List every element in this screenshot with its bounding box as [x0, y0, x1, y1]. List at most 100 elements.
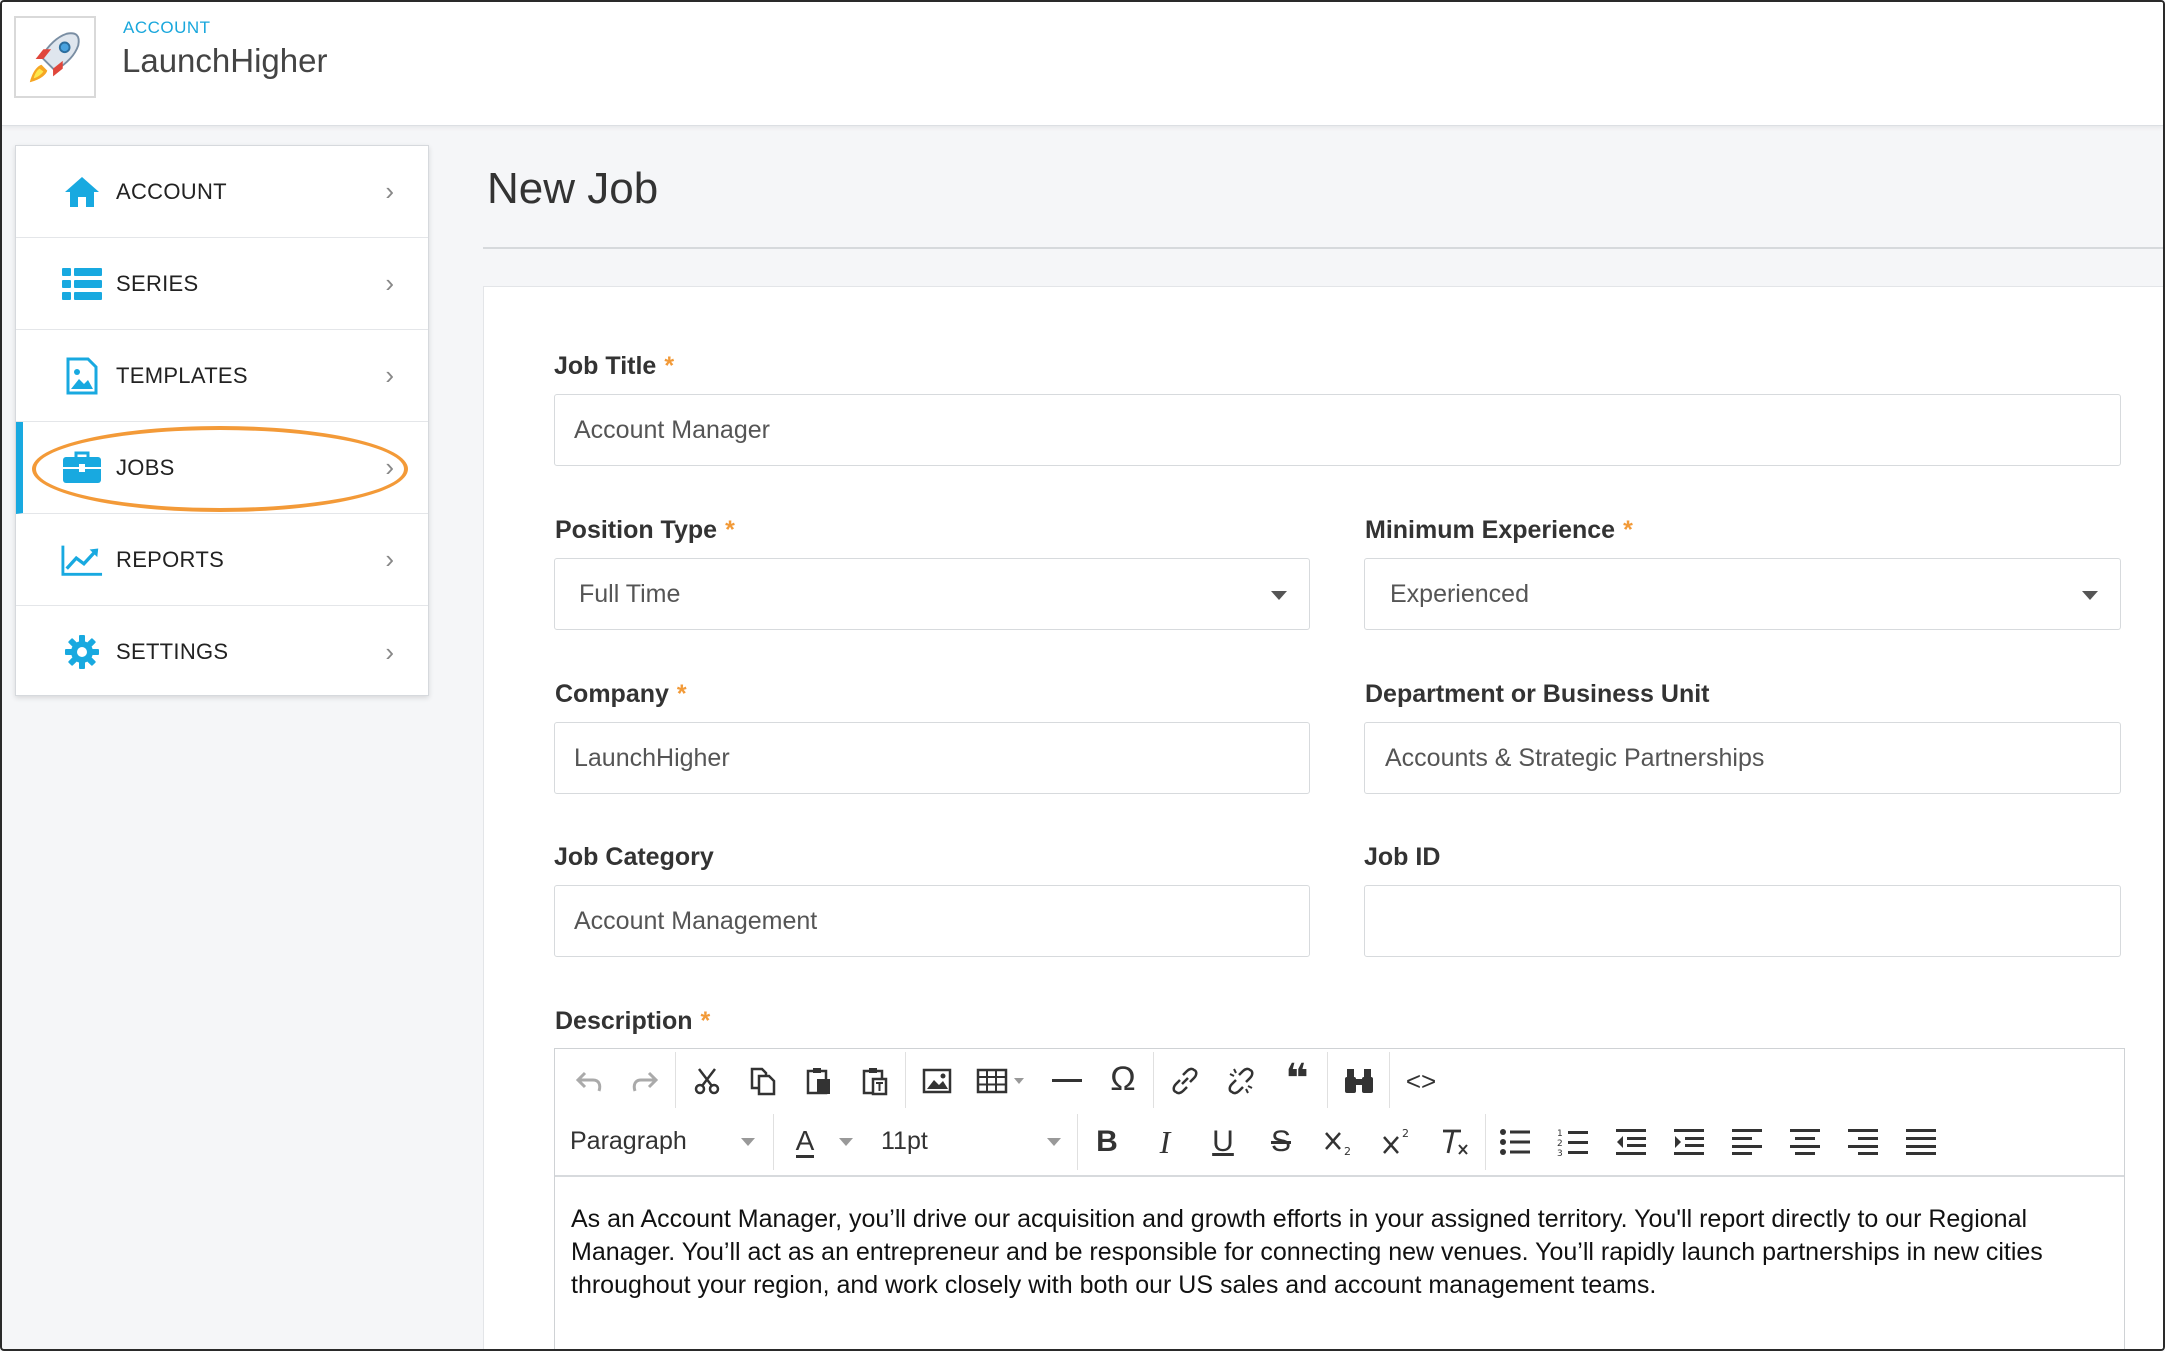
block-format-select[interactable]: Paragraph — [570, 1127, 687, 1156]
copy-icon[interactable] — [741, 1057, 785, 1105]
job-category-input[interactable]: Account Management — [554, 885, 1310, 957]
cut-icon[interactable] — [685, 1057, 729, 1105]
description-editor-content[interactable]: As an Account Manager, you’ll drive our … — [555, 1175, 2124, 1302]
sidebar-nav: ACCOUNT › SERIES › TEMPLATES › JOBS › RE… — [15, 145, 429, 696]
job-title-label: Job Title * — [554, 352, 675, 380]
list-icon — [61, 263, 103, 305]
required-marker: * — [1623, 516, 1633, 544]
svg-text:2: 2 — [1402, 1127, 1409, 1140]
job-title-input[interactable]: Account Manager — [554, 394, 2121, 466]
home-icon — [61, 171, 103, 213]
clear-formatting-icon[interactable] — [1433, 1118, 1477, 1166]
svg-text:3: 3 — [1557, 1149, 1563, 1157]
caret-down-icon — [741, 1138, 755, 1146]
chevron-right-icon: › — [385, 544, 394, 574]
briefcase-icon — [61, 447, 103, 489]
find-replace-icon[interactable] — [1337, 1057, 1381, 1105]
position-type-value: Full Time — [579, 579, 681, 608]
svg-text:2: 2 — [1557, 1139, 1563, 1149]
caret-down-icon — [2082, 591, 2098, 600]
required-marker: * — [700, 1007, 711, 1035]
required-marker: * — [676, 680, 687, 708]
position-type-label: Position Type * — [555, 516, 735, 544]
paste-text-icon[interactable] — [853, 1057, 897, 1105]
app-window: ACCOUNT LaunchHigher ACCOUNT › SERIES › … — [0, 0, 2165, 1351]
chevron-right-icon: › — [385, 452, 394, 482]
chevron-right-icon: › — [385, 176, 394, 206]
sidebar-item-label: SETTINGS — [116, 639, 229, 664]
bold-button[interactable]: B — [1085, 1118, 1129, 1166]
title-divider — [483, 247, 2163, 249]
sidebar-item-reports[interactable]: REPORTS › — [16, 514, 428, 606]
chart-line-icon — [61, 539, 103, 581]
insert-image-icon[interactable] — [915, 1057, 959, 1105]
company-input[interactable]: LaunchHigher — [554, 722, 1310, 794]
sidebar-item-series[interactable]: SERIES › — [16, 238, 428, 330]
top-header: ACCOUNT LaunchHigher — [2, 2, 2163, 126]
account-label: ACCOUNT — [123, 18, 211, 37]
align-center-icon[interactable] — [1783, 1118, 1827, 1166]
sidebar-item-jobs[interactable]: JOBS › — [16, 422, 428, 514]
minimum-experience-value: Experienced — [1390, 579, 1529, 608]
font-size-select[interactable]: 11pt — [881, 1127, 928, 1156]
minimum-experience-label: Minimum Experience * — [1365, 516, 1633, 544]
font-color-button[interactable]: A — [783, 1118, 827, 1166]
special-character-icon[interactable]: Ω — [1101, 1055, 1145, 1103]
sidebar-item-label: ACCOUNT — [116, 178, 227, 204]
page-title: New Job — [487, 164, 659, 213]
paste-icon[interactable] — [797, 1057, 841, 1105]
sidebar-item-settings[interactable]: SETTINGS › — [16, 606, 428, 698]
toolbar-separator — [1327, 1052, 1328, 1108]
sidebar-item-account[interactable]: ACCOUNT › — [16, 146, 428, 238]
position-type-select[interactable]: Full Time — [554, 558, 1310, 630]
indent-icon[interactable] — [1667, 1118, 1711, 1166]
align-right-icon[interactable] — [1841, 1118, 1885, 1166]
toolbar-separator — [1389, 1052, 1390, 1108]
toolbar-separator — [773, 1114, 774, 1170]
svg-text:2: 2 — [1344, 1145, 1351, 1157]
numbered-list-icon[interactable]: 123 — [1551, 1118, 1595, 1166]
image-file-icon — [61, 355, 103, 397]
redo-icon[interactable] — [623, 1057, 667, 1105]
editor-toolbar-row-2: Paragraph A 11pt B I U S 2 2 1 2 3 — [555, 1111, 2124, 1173]
font-color-glyph: A — [795, 1124, 815, 1158]
department-label: Department or Business Unit — [1365, 680, 1710, 708]
unlink-icon[interactable] — [1219, 1057, 1263, 1105]
toolbar-separator — [1153, 1052, 1154, 1108]
bullet-list-icon[interactable] — [1493, 1118, 1537, 1166]
toolbar-separator — [1077, 1114, 1078, 1170]
caret-down-icon — [839, 1138, 853, 1146]
required-marker: * — [725, 516, 735, 544]
gear-icon — [61, 631, 103, 673]
underline-button[interactable]: U — [1201, 1118, 1245, 1166]
source-code-icon[interactable]: <> — [1399, 1057, 1443, 1105]
sidebar-item-label: REPORTS — [116, 546, 225, 572]
horizontal-rule-icon[interactable] — [1045, 1057, 1089, 1105]
description-label: Description * — [555, 1007, 711, 1035]
superscript-icon[interactable]: 2 — [1375, 1118, 1419, 1166]
toolbar-separator — [675, 1052, 676, 1108]
link-icon[interactable] — [1163, 1057, 1207, 1105]
chevron-right-icon: › — [385, 360, 394, 390]
job-id-input[interactable] — [1364, 885, 2121, 957]
blockquote-icon[interactable]: ❝ — [1275, 1055, 1319, 1103]
undo-icon[interactable] — [567, 1057, 611, 1105]
sidebar-item-label: JOBS — [116, 454, 175, 480]
toolbar-separator — [905, 1052, 906, 1108]
subscript-icon[interactable]: 2 — [1317, 1118, 1361, 1166]
italic-button[interactable]: I — [1143, 1118, 1187, 1166]
minimum-experience-select[interactable]: Experienced — [1364, 558, 2121, 630]
rocket-icon — [29, 32, 80, 83]
insert-table-icon[interactable] — [971, 1057, 1033, 1105]
chevron-right-icon: › — [385, 268, 394, 298]
align-left-icon[interactable] — [1725, 1118, 1769, 1166]
department-input[interactable]: Accounts & Strategic Partnerships — [1364, 722, 2121, 794]
sidebar-item-label: SERIES — [116, 270, 199, 296]
account-logo[interactable] — [14, 16, 96, 98]
outdent-icon[interactable] — [1609, 1118, 1653, 1166]
chevron-right-icon: › — [385, 636, 394, 667]
caret-down-icon — [1271, 591, 1287, 600]
sidebar-item-templates[interactable]: TEMPLATES › — [16, 330, 428, 422]
strikethrough-button[interactable]: S — [1259, 1118, 1303, 1166]
align-justify-icon[interactable] — [1899, 1118, 1943, 1166]
